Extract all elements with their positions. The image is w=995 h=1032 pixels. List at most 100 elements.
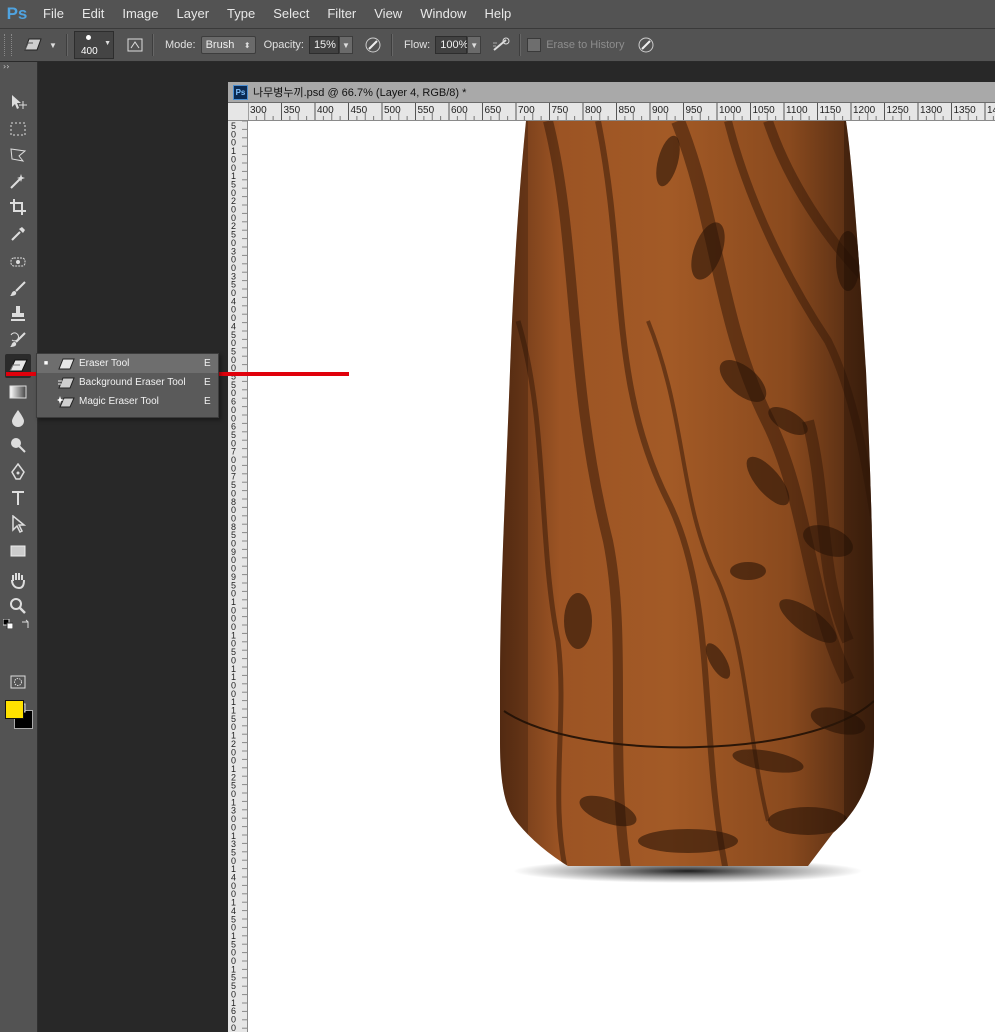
menu-file[interactable]: File [34, 0, 73, 28]
swap-colors-button[interactable] [20, 618, 32, 630]
ruler-label: 1050 [753, 105, 776, 116]
ruler-label: 950 [686, 105, 703, 116]
magic-wand-tool[interactable] [5, 169, 31, 193]
menu-type[interactable]: Type [218, 0, 264, 28]
menu-select[interactable]: Select [264, 0, 318, 28]
rectangle-tool[interactable] [5, 539, 31, 563]
chevron-down-icon: ▼ [104, 40, 111, 47]
options-bar: ▼ 400 ▼ Mode: Brush ⬍ Opacity: 15% ▼ Flo… [0, 29, 995, 62]
airbrush-button[interactable] [489, 34, 513, 56]
ruler-label: 1300 [920, 105, 943, 116]
healing-brush-icon [10, 257, 26, 267]
options-bar-grip[interactable] [4, 34, 12, 56]
brush-tool[interactable] [5, 277, 31, 301]
path-selection-icon [12, 515, 26, 533]
menu-view[interactable]: View [365, 0, 411, 28]
dodge-tool[interactable] [5, 433, 31, 457]
mode-dropdown[interactable]: Brush ⬍ [200, 36, 256, 54]
divider [390, 34, 393, 56]
flyout-item-background-eraser-tool[interactable]: Background Eraser Tool E [37, 373, 218, 392]
clone-stamp-tool[interactable] [5, 302, 31, 326]
pressure-size-button[interactable] [634, 34, 658, 56]
ruler-label: 750 [552, 105, 569, 116]
menu-edit[interactable]: Edit [73, 0, 113, 28]
rectangle-shape-icon [10, 545, 26, 557]
flyout-item-magic-eraser-tool[interactable]: Magic Eraser Tool E [37, 392, 218, 411]
flyout-item-shortcut: E [204, 396, 211, 407]
type-tool[interactable] [5, 486, 31, 510]
ruler-label: 1250 [887, 105, 910, 116]
chevron-down-icon: ▼ [470, 40, 479, 50]
menu-layer[interactable]: Layer [168, 0, 219, 28]
spot-healing-tool[interactable] [5, 250, 31, 274]
chevron-down-icon: ▼ [341, 40, 350, 50]
menu-image[interactable]: Image [113, 0, 167, 28]
quick-mask-button[interactable] [5, 670, 31, 694]
ruler-label: 800 [585, 105, 602, 116]
pen-pressure-size-icon [638, 37, 654, 53]
eyedropper-tool[interactable] [5, 222, 31, 246]
tool-preset-picker[interactable]: ▼ [20, 34, 60, 56]
flow-slider-toggle[interactable]: ▼ [467, 36, 482, 54]
flyout-item-label: Magic Eraser Tool [79, 396, 159, 407]
document-tab[interactable]: Ps 나무병누끼.psd @ 66.7% (Layer 4, RGB/8) * [228, 82, 995, 103]
ruler-label: 600 [451, 105, 468, 116]
opacity-value: 15% [313, 39, 336, 51]
path-selection-tool[interactable] [5, 512, 31, 536]
ruler-label: 1350 [954, 105, 977, 116]
crop-tool[interactable] [5, 195, 31, 219]
ruler-label: 650 [485, 105, 502, 116]
pen-pressure-icon [365, 37, 381, 53]
marquee-tool[interactable] [5, 117, 31, 141]
eraser-icon [9, 359, 28, 372]
menu-filter[interactable]: Filter [318, 0, 365, 28]
ruler-label: 450 [351, 105, 368, 116]
divider [66, 34, 68, 56]
horizontal-ruler[interactable]: 300 350 400 450 500 550 600 650 700 750 800 850 900 9… [248, 103, 995, 121]
flow-input[interactable]: 100% [435, 36, 468, 54]
menu-window[interactable]: Window [411, 0, 475, 28]
airbrush-icon [493, 37, 510, 51]
vertical-ruler[interactable]: 5001001502002503003504004505005506006507… [228, 121, 248, 1032]
move-tool[interactable] [5, 90, 31, 114]
mode-label: Mode: [165, 39, 196, 51]
ruler-label: 500 [384, 105, 401, 116]
menu-help[interactable]: Help [475, 0, 520, 28]
brush-dot-icon [86, 35, 91, 40]
gradient-tool[interactable] [5, 380, 31, 404]
eraser-icon [55, 358, 77, 370]
image-canvas[interactable] [248, 121, 995, 1032]
brush-panel-toggle[interactable] [124, 34, 146, 56]
magic-wand-icon [10, 174, 25, 189]
brush-preset-picker[interactable]: 400 ▼ [74, 31, 114, 59]
ruler-label: 140 [987, 105, 995, 116]
erase-to-history-checkbox[interactable] [527, 38, 542, 52]
flyout-item-eraser-tool[interactable]: ■ Eraser Tool E [37, 354, 218, 373]
collapse-panel-icon[interactable]: ›› [0, 62, 37, 72]
ruler-origin[interactable] [228, 103, 249, 121]
ruler-label: 1100 [786, 105, 808, 116]
move-icon [12, 95, 27, 109]
zoom-tool[interactable] [5, 594, 31, 618]
pressure-opacity-button[interactable] [361, 34, 385, 56]
dodge-icon [11, 438, 26, 453]
hand-icon [11, 573, 25, 589]
flyout-item-label: Background Eraser Tool [79, 377, 186, 388]
history-brush-tool[interactable] [5, 328, 31, 352]
lasso-tool[interactable] [5, 143, 31, 167]
default-colors-button[interactable] [2, 618, 14, 630]
flyout-item-shortcut: E [204, 377, 211, 388]
photoshop-logo: Ps [6, 4, 28, 23]
magic-eraser-icon [55, 395, 77, 408]
hand-tool[interactable] [5, 568, 31, 592]
brush-icon [10, 281, 26, 296]
opacity-slider-toggle[interactable]: ▼ [338, 36, 353, 54]
eraser-icon [24, 38, 42, 51]
divider [152, 34, 154, 56]
background-eraser-icon [55, 377, 77, 389]
type-icon [12, 491, 24, 505]
pen-tool[interactable] [5, 460, 31, 484]
blur-tool[interactable] [5, 406, 31, 430]
foreground-color-swatch[interactable] [5, 700, 24, 719]
opacity-input[interactable]: 15% [308, 36, 339, 54]
